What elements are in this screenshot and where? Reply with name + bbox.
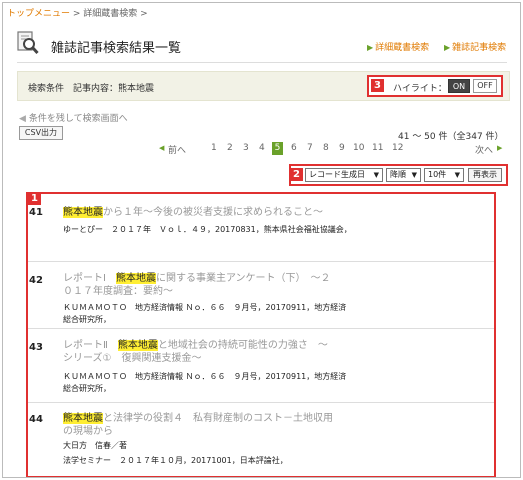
sort-direction-value: 降順: [390, 170, 406, 179]
sort-field-select[interactable]: レコード生成日 ▼: [305, 168, 383, 182]
annotation-badge-3: 3: [371, 79, 384, 92]
page-link-11[interactable]: 11: [372, 143, 383, 153]
result-title-prefix: レポートⅠ: [63, 273, 116, 284]
advanced-book-search-label: 詳細蔵書検索: [375, 43, 430, 53]
results-list: 1 41 熊本地震から１年～今後の被災者支援に求められること～ ゆーとぴー ２０…: [26, 192, 496, 477]
search-condition-text: 検索条件 記事内容：熊本地震: [28, 84, 155, 94]
result-meta-line-1: ＫＵＭＡＭＯＴＯ 地方経済情報 Ｎｏ．６６ ９月号，20170911，地方経済: [63, 303, 347, 312]
chevron-down-icon: ▼: [373, 171, 379, 179]
prev-arrow-icon: ◀: [159, 144, 165, 152]
arrow-right-icon: ▶: [367, 43, 374, 52]
highlight-term: 熊本地震: [115, 273, 156, 284]
page-link-12[interactable]: 12: [392, 143, 403, 153]
page-header: 雑誌記事検索結果一覧 ▶ 詳細蔵書検索 ▶ 雑誌記事検索: [17, 29, 507, 63]
highlight-label: ハイライト：: [393, 84, 447, 94]
page-title: 雑誌記事検索結果一覧: [51, 41, 182, 56]
annotation-badge-2: 2: [290, 168, 303, 181]
result-meta: ゆーとぴー ２０１７年 Ｖｏｌ．４９，20170831，熊本県社会福祉協議会，: [63, 225, 352, 234]
result-number: 42: [29, 275, 43, 286]
result-meta-line-2: 総合研究所，: [63, 315, 111, 324]
pagination: ◀ 前へ 1 2 3 4 5 6 7 8 9 10 11 12 次へ ▶: [159, 142, 507, 157]
result-title-link[interactable]: レポートⅠ 熊本地震に関する事業主アンケート（下） ～２０１７年度調査：要約～: [63, 272, 333, 298]
result-title-prefix: レポートⅡ: [63, 340, 118, 351]
result-number: 41: [29, 207, 43, 218]
result-count: 41 ～ 50 件（全347 件）: [398, 132, 504, 142]
article-search-link[interactable]: ▶ 雑誌記事検索: [444, 40, 506, 53]
result-title-link[interactable]: レポートⅡ 熊本地震と地域社会の持続可能性の力強さ ～シリーズ① 復興関連支援金…: [63, 339, 333, 365]
page-link-9[interactable]: 9: [339, 143, 345, 153]
article-search-label: 雑誌記事検索: [452, 43, 507, 53]
highlight-term: 熊本地震: [117, 340, 158, 351]
magnifier-document-icon: [17, 31, 39, 55]
prev-page-link[interactable]: 前へ: [168, 143, 186, 156]
per-page-value: 10件: [428, 170, 447, 179]
result-number: 43: [29, 342, 43, 353]
page-link-1[interactable]: 1: [211, 143, 217, 153]
per-page-select[interactable]: 10件 ▼: [424, 168, 464, 182]
page-link-7[interactable]: 7: [307, 143, 313, 153]
breadcrumb-current: 詳細蔵書検索: [83, 9, 138, 19]
page-current-5: 5: [272, 142, 283, 155]
page-link-2[interactable]: 2: [227, 143, 233, 153]
sort-controls: 2 レコード生成日 ▼ 降順 ▼ 10件 ▼ 再表示: [289, 164, 508, 186]
page-link-3[interactable]: 3: [243, 143, 249, 153]
result-title-link[interactable]: 熊本地震から１年～今後の被災者支援に求められること～: [63, 206, 333, 219]
back-to-search-link[interactable]: ◀ 条件を残して検索画面へ: [19, 111, 128, 124]
breadcrumb: トップメニュー > 詳細蔵書検索 >: [7, 6, 148, 19]
csv-export-button[interactable]: CSV出力: [19, 126, 63, 140]
highlight-off-button[interactable]: OFF: [473, 79, 497, 93]
sort-direction-select[interactable]: 降順 ▼: [386, 168, 421, 182]
result-meta: 法学セミナー ２０１７年１０月，20171001，日本評論社，: [63, 456, 288, 465]
page-link-4[interactable]: 4: [259, 143, 265, 153]
result-number: 44: [29, 414, 43, 425]
page-link-6[interactable]: 6: [291, 143, 297, 153]
result-item-42: 42 レポートⅠ 熊本地震に関する事業主アンケート（下） ～２０１７年度調査：要…: [28, 262, 494, 329]
breadcrumb-trail: >: [137, 9, 148, 19]
highlight-on-button[interactable]: ON: [448, 79, 470, 93]
breadcrumb-home-link[interactable]: トップメニュー: [7, 9, 70, 19]
result-item-41: 41 熊本地震から１年～今後の被災者支援に求められること～ ゆーとぴー ２０１７…: [28, 194, 494, 262]
breadcrumb-separator: >: [70, 9, 84, 19]
sort-field-value: レコード生成日: [309, 170, 365, 179]
result-item-44: 44 熊本地震と法律学の役割４ 私有財産制のコスト－土地収用の現場から 大日方 …: [28, 403, 494, 475]
arrow-left-icon: ◀: [19, 114, 26, 124]
page-link-8[interactable]: 8: [323, 143, 329, 153]
next-page-link[interactable]: 次へ: [475, 143, 493, 156]
page-link-10[interactable]: 10: [353, 143, 364, 153]
result-item-43: 43 レポートⅡ 熊本地震と地域社会の持続可能性の力強さ ～シリーズ① 復興関連…: [28, 329, 494, 403]
result-title-text: と法律学の役割４ 私有財産制のコスト－土地収用の現場から: [63, 413, 333, 437]
highlight-term: 熊本地震: [63, 207, 103, 218]
redisplay-button[interactable]: 再表示: [468, 168, 502, 182]
arrow-right-icon: ▶: [444, 43, 451, 52]
advanced-book-search-link[interactable]: ▶ 詳細蔵書検索: [367, 40, 429, 53]
chevron-down-icon: ▼: [411, 171, 417, 179]
result-meta-line-2: 総合研究所，: [63, 384, 111, 393]
result-meta-line-1: ＫＵＭＡＭＯＴＯ 地方経済情報 Ｎｏ．６６ ９月号，20170911，地方経済: [63, 372, 347, 381]
chevron-down-icon: ▼: [454, 171, 460, 179]
highlight-control: 3 ハイライト： ON OFF: [367, 75, 503, 97]
back-to-search-label: 条件を残して検索画面へ: [28, 114, 128, 124]
highlight-term: 熊本地震: [63, 413, 103, 424]
result-author: 大日方 信春／著: [63, 441, 127, 450]
page-frame: トップメニュー > 詳細蔵書検索 > 雑誌記事検索結果一覧 ▶ 詳細蔵書検索 ▶ 雑…: [2, 2, 521, 478]
next-arrow-icon: ▶: [497, 144, 503, 152]
result-title-text: から１年～今後の被災者支援に求められること～: [103, 207, 323, 218]
result-title-link[interactable]: 熊本地震と法律学の役割４ 私有財産制のコスト－土地収用の現場から: [63, 412, 333, 438]
